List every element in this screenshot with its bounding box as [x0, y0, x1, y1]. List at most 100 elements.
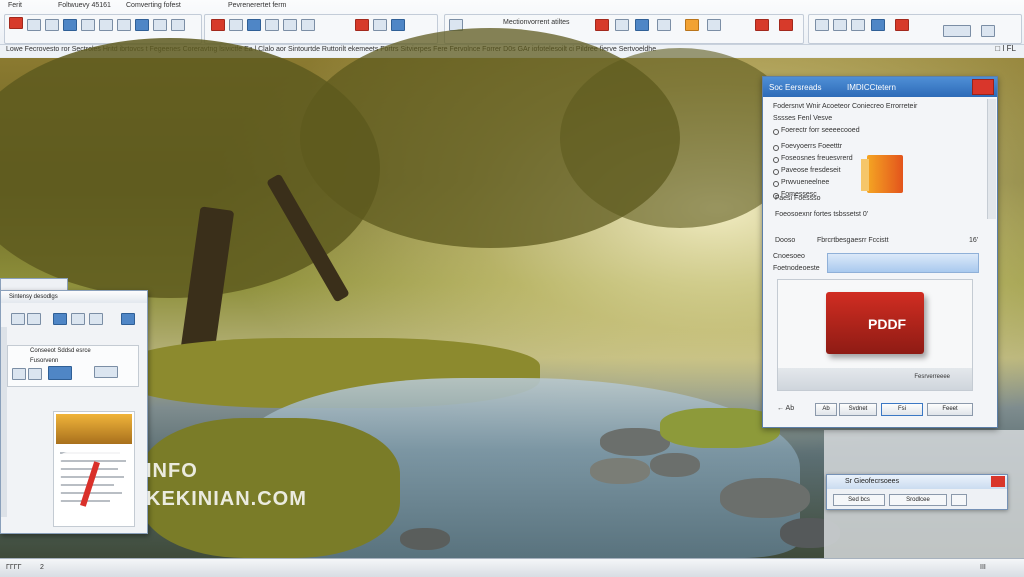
- app-icon[interactable]: [9, 17, 23, 29]
- source-label: Cnoesoeo: [773, 253, 805, 260]
- option-radio[interactable]: [773, 181, 779, 187]
- document-titlebar: Sintensy desodlgs: [1, 291, 147, 303]
- image-icon[interactable]: [135, 19, 149, 31]
- format-icon[interactable]: [81, 19, 95, 31]
- split-icon[interactable]: [391, 19, 405, 31]
- option-label[interactable]: Foerectr forr seeeecooed: [781, 127, 860, 134]
- paste-icon[interactable]: [27, 19, 41, 31]
- taskbar: ΓΓΓΓ 2 ΙΙΙ: [0, 558, 1024, 577]
- protect-icon[interactable]: [657, 19, 671, 31]
- output-flag: 16': [969, 237, 979, 244]
- more-button[interactable]: [951, 494, 967, 506]
- back-button[interactable]: Ab: [815, 403, 837, 416]
- print-icon[interactable]: [71, 313, 85, 325]
- help-icon[interactable]: [871, 19, 885, 31]
- save-button[interactable]: Sed bcs: [833, 494, 885, 506]
- browse-button[interactable]: Svdnet: [839, 403, 877, 416]
- zoom-icon[interactable]: [833, 19, 847, 31]
- image-export-icon[interactable]: [301, 19, 315, 31]
- document-title: Sintensy desodlgs: [9, 294, 58, 300]
- option-radio[interactable]: [773, 145, 779, 151]
- word-icon[interactable]: [229, 19, 243, 31]
- acrobat-icon[interactable]: [755, 19, 769, 31]
- edit-icon[interactable]: [171, 19, 185, 31]
- cut-icon[interactable]: [45, 19, 59, 31]
- tab-format[interactable]: Pevrenerertet ferm: [228, 2, 286, 9]
- option-radio[interactable]: [773, 157, 779, 163]
- ok-button[interactable]: Fsi: [881, 403, 923, 416]
- zoom-icon[interactable]: [89, 313, 103, 325]
- watermark-logo: [58, 452, 132, 520]
- pdf-cube-icon: PDDF: [826, 292, 924, 354]
- annotate-icon[interactable]: [595, 19, 609, 31]
- save-dialog-title: Sr Gieofecrsoees: [845, 478, 900, 485]
- copy-icon[interactable]: [63, 19, 77, 31]
- close-icon[interactable]: [972, 79, 994, 95]
- rock: [590, 458, 650, 484]
- output-label: Dooso: [775, 237, 796, 244]
- tab-conversions[interactable]: Foltwuevy 45161: [58, 2, 111, 9]
- ppt-icon[interactable]: [265, 19, 279, 31]
- panel-subtext: Fusorvenn: [30, 358, 59, 364]
- dialog-titlebar: Soc Eersreads IMDICCtetern: [763, 77, 997, 97]
- document-options-panel: Conseeot Sddsd esrce Fusorvenn: [7, 345, 139, 387]
- dialog-heading: Fodersnvt Wnir Acoeteor Coniecreo Errorr…: [773, 103, 918, 110]
- save-dialog-titlebar: Sr Gieofecrsoees: [827, 475, 1007, 489]
- option-label[interactable]: Foseosnes freuesvrerd: [781, 155, 853, 162]
- text-icon[interactable]: [153, 19, 167, 31]
- edit-icon[interactable]: [53, 313, 67, 325]
- compare-icon[interactable]: [707, 19, 721, 31]
- preview-caption: Fesrverreeee: [914, 374, 950, 380]
- dialog-scrollbar[interactable]: [987, 99, 996, 219]
- file-tab[interactable]: Ferit: [8, 2, 22, 9]
- share-icon[interactable]: [635, 19, 649, 31]
- html-icon[interactable]: [283, 19, 297, 31]
- option-radio[interactable]: [773, 169, 779, 175]
- dialog-subheading: Sssses Fenl Vesve: [773, 115, 833, 122]
- review-icon[interactable]: [615, 19, 629, 31]
- thumbnail-icon[interactable]: [12, 368, 26, 380]
- tab-converting[interactable]: Comverting fofest: [126, 2, 181, 9]
- ribbon-group-view: [808, 14, 1022, 44]
- options-icon[interactable]: [943, 25, 971, 37]
- dialog-title-right: IMDICCtetern: [847, 83, 896, 92]
- stop-icon[interactable]: [779, 19, 793, 31]
- image-icon[interactable]: [48, 366, 72, 380]
- option-label[interactable]: Prwvueneelnee: [781, 179, 829, 186]
- open-icon[interactable]: [11, 313, 25, 325]
- taskbar-item[interactable]: ΓΓΓΓ: [6, 564, 21, 571]
- sign-icon[interactable]: [685, 19, 699, 31]
- preview-footer: Fesrverreeee: [778, 368, 972, 390]
- table-icon[interactable]: [117, 19, 131, 31]
- close-icon[interactable]: [991, 476, 1005, 487]
- settings-icon[interactable]: [94, 366, 118, 378]
- settings-icon[interactable]: [981, 25, 995, 37]
- window-controls[interactable]: □ ǀ FL: [995, 44, 1016, 53]
- pdf-export-icon[interactable]: [355, 19, 369, 31]
- dialog-title-left: Soc Eersreads: [769, 83, 822, 92]
- option-label[interactable]: Paveose fresdeseit: [781, 167, 841, 174]
- merge-icon[interactable]: [373, 19, 387, 31]
- option-radio[interactable]: [773, 129, 779, 135]
- layout-icon[interactable]: [28, 368, 42, 380]
- excel-icon[interactable]: [247, 19, 261, 31]
- watermark-line-2: KEKINIAN.COM: [146, 488, 307, 510]
- cancel-button[interactable]: Feeet: [927, 403, 973, 416]
- share-icon[interactable]: [121, 313, 135, 325]
- print-icon[interactable]: [851, 19, 865, 31]
- section-label: Faesi Foessso: [775, 195, 821, 202]
- footer-icons[interactable]: ← Ab: [777, 405, 794, 412]
- save-icon[interactable]: [27, 313, 41, 325]
- rock: [720, 478, 810, 518]
- option-label[interactable]: Foevyoerrs Foeetttr: [781, 143, 842, 150]
- pdf-icon[interactable]: [211, 19, 225, 31]
- page-icon[interactable]: [99, 19, 113, 31]
- output-value: Fbrcrtbesgaesrr Fccistt: [817, 237, 889, 244]
- view-icon[interactable]: [815, 19, 829, 31]
- site-watermark: INFO KEKINIAN.COM: [58, 452, 338, 522]
- taskbar-item[interactable]: 2: [40, 564, 44, 571]
- cancel-button[interactable]: Srodlcee: [889, 494, 947, 506]
- taskbar-item[interactable]: ΙΙΙ: [980, 564, 986, 571]
- close-doc-icon[interactable]: [895, 19, 909, 31]
- pdf-preview: PDDF Fesrverreeee: [777, 279, 973, 391]
